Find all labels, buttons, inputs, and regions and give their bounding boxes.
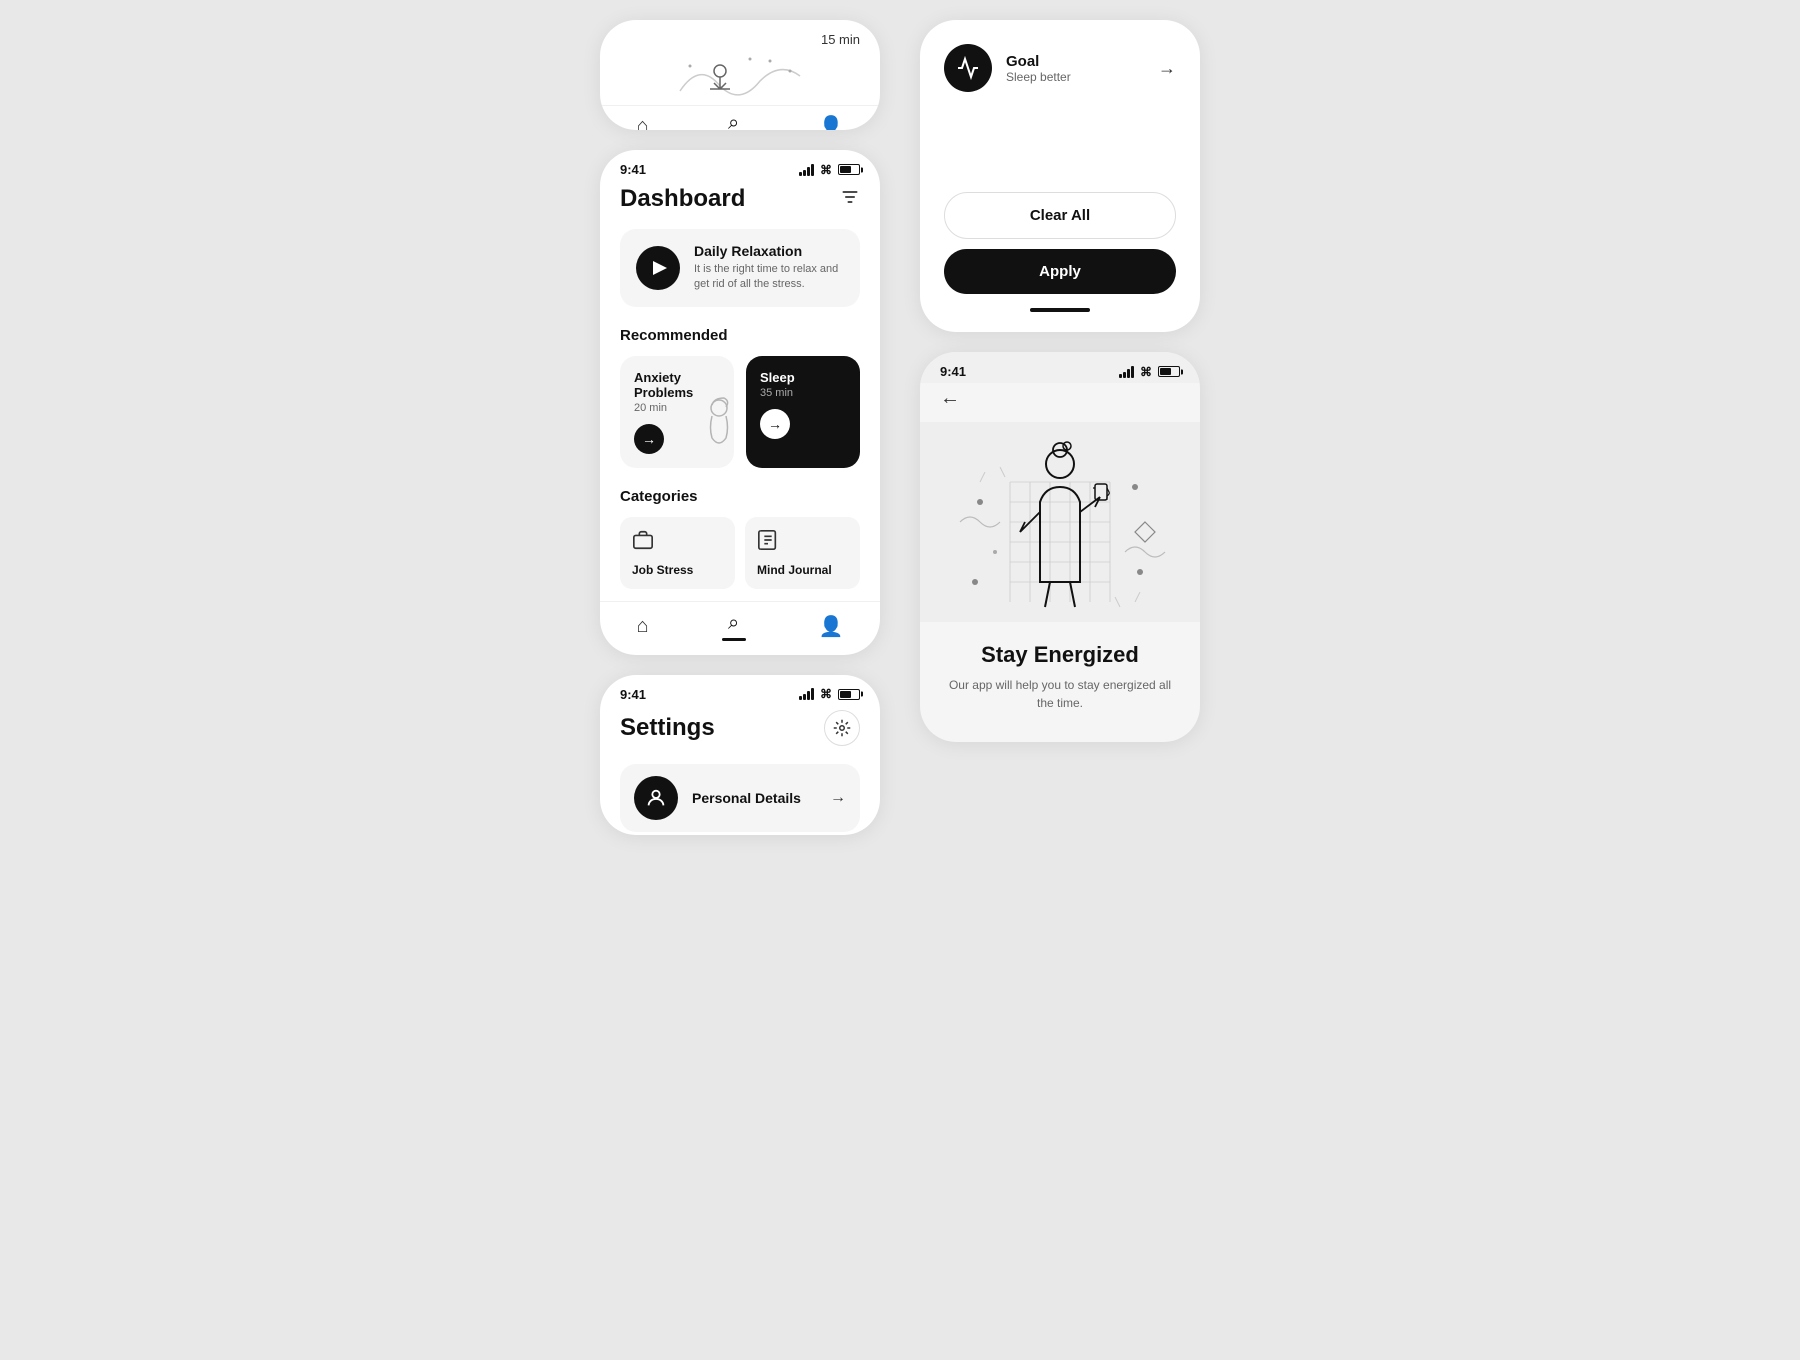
- settings-icon-button[interactable]: [824, 710, 860, 746]
- relaxation-card[interactable]: Daily Relaxation It is the right time to…: [620, 229, 860, 307]
- back-button[interactable]: ←: [920, 383, 1200, 422]
- search-nav-item-2[interactable]: ⌕: [722, 612, 746, 641]
- filter-spacer: [944, 112, 1176, 192]
- stay-energized-battery: [1158, 366, 1180, 377]
- categories-grid: Job Stress Mind Journal: [620, 517, 860, 589]
- rec-card-sleep[interactable]: Sleep 35 min →: [746, 356, 860, 468]
- signal-icon: [799, 164, 814, 176]
- partial-illustration: [600, 51, 880, 101]
- profile-nav-icon-2[interactable]: 👤: [819, 614, 844, 639]
- settings-battery-icon: [838, 689, 860, 700]
- category-job-stress[interactable]: Job Stress: [620, 517, 735, 589]
- dashboard-status-bar: 9:41 ⌘: [600, 150, 880, 181]
- goal-text: Goal Sleep better: [1006, 53, 1071, 84]
- apply-button[interactable]: Apply: [944, 249, 1176, 294]
- mind-journal-icon: [757, 529, 848, 557]
- partial-bottom-nav: ⌂ ⌕ 👤: [600, 105, 880, 130]
- phone-partial-top: 15 min ⌂ ⌕ 👤: [600, 20, 880, 130]
- rec-card-anxiety[interactable]: Anxiety Problems 20 min →: [620, 356, 734, 468]
- stay-energized-title: Stay Energized: [944, 642, 1176, 668]
- category-mind-journal-name: Mind Journal: [757, 563, 848, 577]
- goal-arrow-icon[interactable]: →: [1158, 58, 1176, 79]
- relaxation-title: Daily Relaxation: [694, 243, 844, 259]
- job-stress-icon: [632, 529, 723, 557]
- recommended-title: Recommended: [620, 327, 860, 344]
- dashboard-bottom-nav: ⌂ ⌕ 👤: [600, 601, 880, 655]
- filter-panel: Goal Sleep better → Clear All Apply: [920, 20, 1200, 332]
- stay-energized-wifi: ⌘: [1140, 365, 1152, 379]
- home-nav-icon[interactable]: ⌂: [637, 115, 649, 130]
- settings-status-icons: ⌘: [799, 687, 860, 701]
- rec-card-anxiety-figure: [674, 393, 734, 468]
- relaxation-description: It is the right time to relax and get ri…: [694, 262, 844, 293]
- dashboard-title: Dashboard: [620, 185, 745, 213]
- personal-details-label: Personal Details: [692, 790, 816, 806]
- timer-row: 15 min: [600, 32, 880, 51]
- profile-nav-icon[interactable]: 👤: [819, 114, 844, 130]
- settings-status-bar: 9:41 ⌘: [600, 675, 880, 706]
- search-nav-icon-2[interactable]: ⌕: [728, 612, 739, 635]
- stay-energized-time: 9:41: [940, 364, 966, 379]
- settings-content: Settings Personal Details →: [600, 706, 880, 832]
- filter-bottom-bar: [1030, 308, 1090, 312]
- settings-time: 9:41: [620, 687, 646, 702]
- left-column: 15 min ⌂ ⌕ 👤: [600, 20, 880, 835]
- timer-label: 15 min: [821, 32, 860, 47]
- settings-signal-icon: [799, 688, 814, 700]
- stay-energized-description: Our app will help you to stay energized …: [944, 676, 1176, 712]
- stay-energized-screen: 9:41 ⌘ ←: [920, 352, 1200, 742]
- rec-card-sleep-duration: 35 min: [760, 387, 846, 399]
- clear-all-button[interactable]: Clear All: [944, 192, 1176, 239]
- right-column: Goal Sleep better → Clear All Apply 9:41…: [920, 20, 1200, 742]
- filter-goal-item: Goal Sleep better →: [944, 44, 1176, 92]
- relaxation-text: Daily Relaxation It is the right time to…: [694, 243, 844, 293]
- settings-wifi-icon: ⌘: [820, 687, 832, 701]
- rec-card-sleep-title: Sleep: [760, 370, 846, 385]
- wifi-icon: ⌘: [820, 163, 832, 177]
- rec-card-sleep-arrow[interactable]: →: [760, 409, 790, 439]
- categories-title: Categories: [620, 488, 860, 505]
- phone-dashboard: 9:41 ⌘ Dashboard: [600, 150, 880, 655]
- play-icon: [653, 261, 667, 275]
- category-job-stress-name: Job Stress: [632, 563, 723, 577]
- recommended-list: Anxiety Problems 20 min → Sleep 35: [620, 356, 860, 468]
- settings-title: Settings: [620, 714, 715, 742]
- play-button[interactable]: [636, 246, 680, 290]
- personal-details-row[interactable]: Personal Details →: [620, 764, 860, 832]
- rec-card-anxiety-arrow[interactable]: →: [634, 424, 664, 454]
- goal-title: Goal: [1006, 53, 1071, 70]
- settings-header: Settings: [620, 710, 860, 746]
- battery-icon: [838, 164, 860, 175]
- filter-button[interactable]: [840, 187, 860, 212]
- stay-energized-status-bar: 9:41 ⌘: [920, 352, 1200, 383]
- search-nav-icon[interactable]: ⌕: [728, 112, 739, 130]
- goal-icon-circle: [944, 44, 992, 92]
- dashboard-content: Dashboard Daily Relaxation It is the rig…: [600, 181, 880, 589]
- dashboard-time: 9:41: [620, 162, 646, 177]
- goal-subtitle: Sleep better: [1006, 70, 1071, 84]
- personal-details-arrow: →: [830, 789, 846, 807]
- stay-energized-illustration: [920, 422, 1200, 622]
- category-mind-journal[interactable]: Mind Journal: [745, 517, 860, 589]
- search-nav-item[interactable]: ⌕: [722, 112, 746, 130]
- stay-energized-status-icons: ⌘: [1119, 365, 1180, 379]
- phone-settings: 9:41 ⌘ Settings: [600, 675, 880, 835]
- dashboard-header: Dashboard: [620, 185, 860, 213]
- stay-energized-text: Stay Energized Our app will help you to …: [920, 622, 1200, 722]
- home-nav-icon-2[interactable]: ⌂: [637, 615, 649, 638]
- avatar: [634, 776, 678, 820]
- dashboard-status-icons: ⌘: [799, 163, 860, 177]
- stay-energized-signal: [1119, 366, 1134, 378]
